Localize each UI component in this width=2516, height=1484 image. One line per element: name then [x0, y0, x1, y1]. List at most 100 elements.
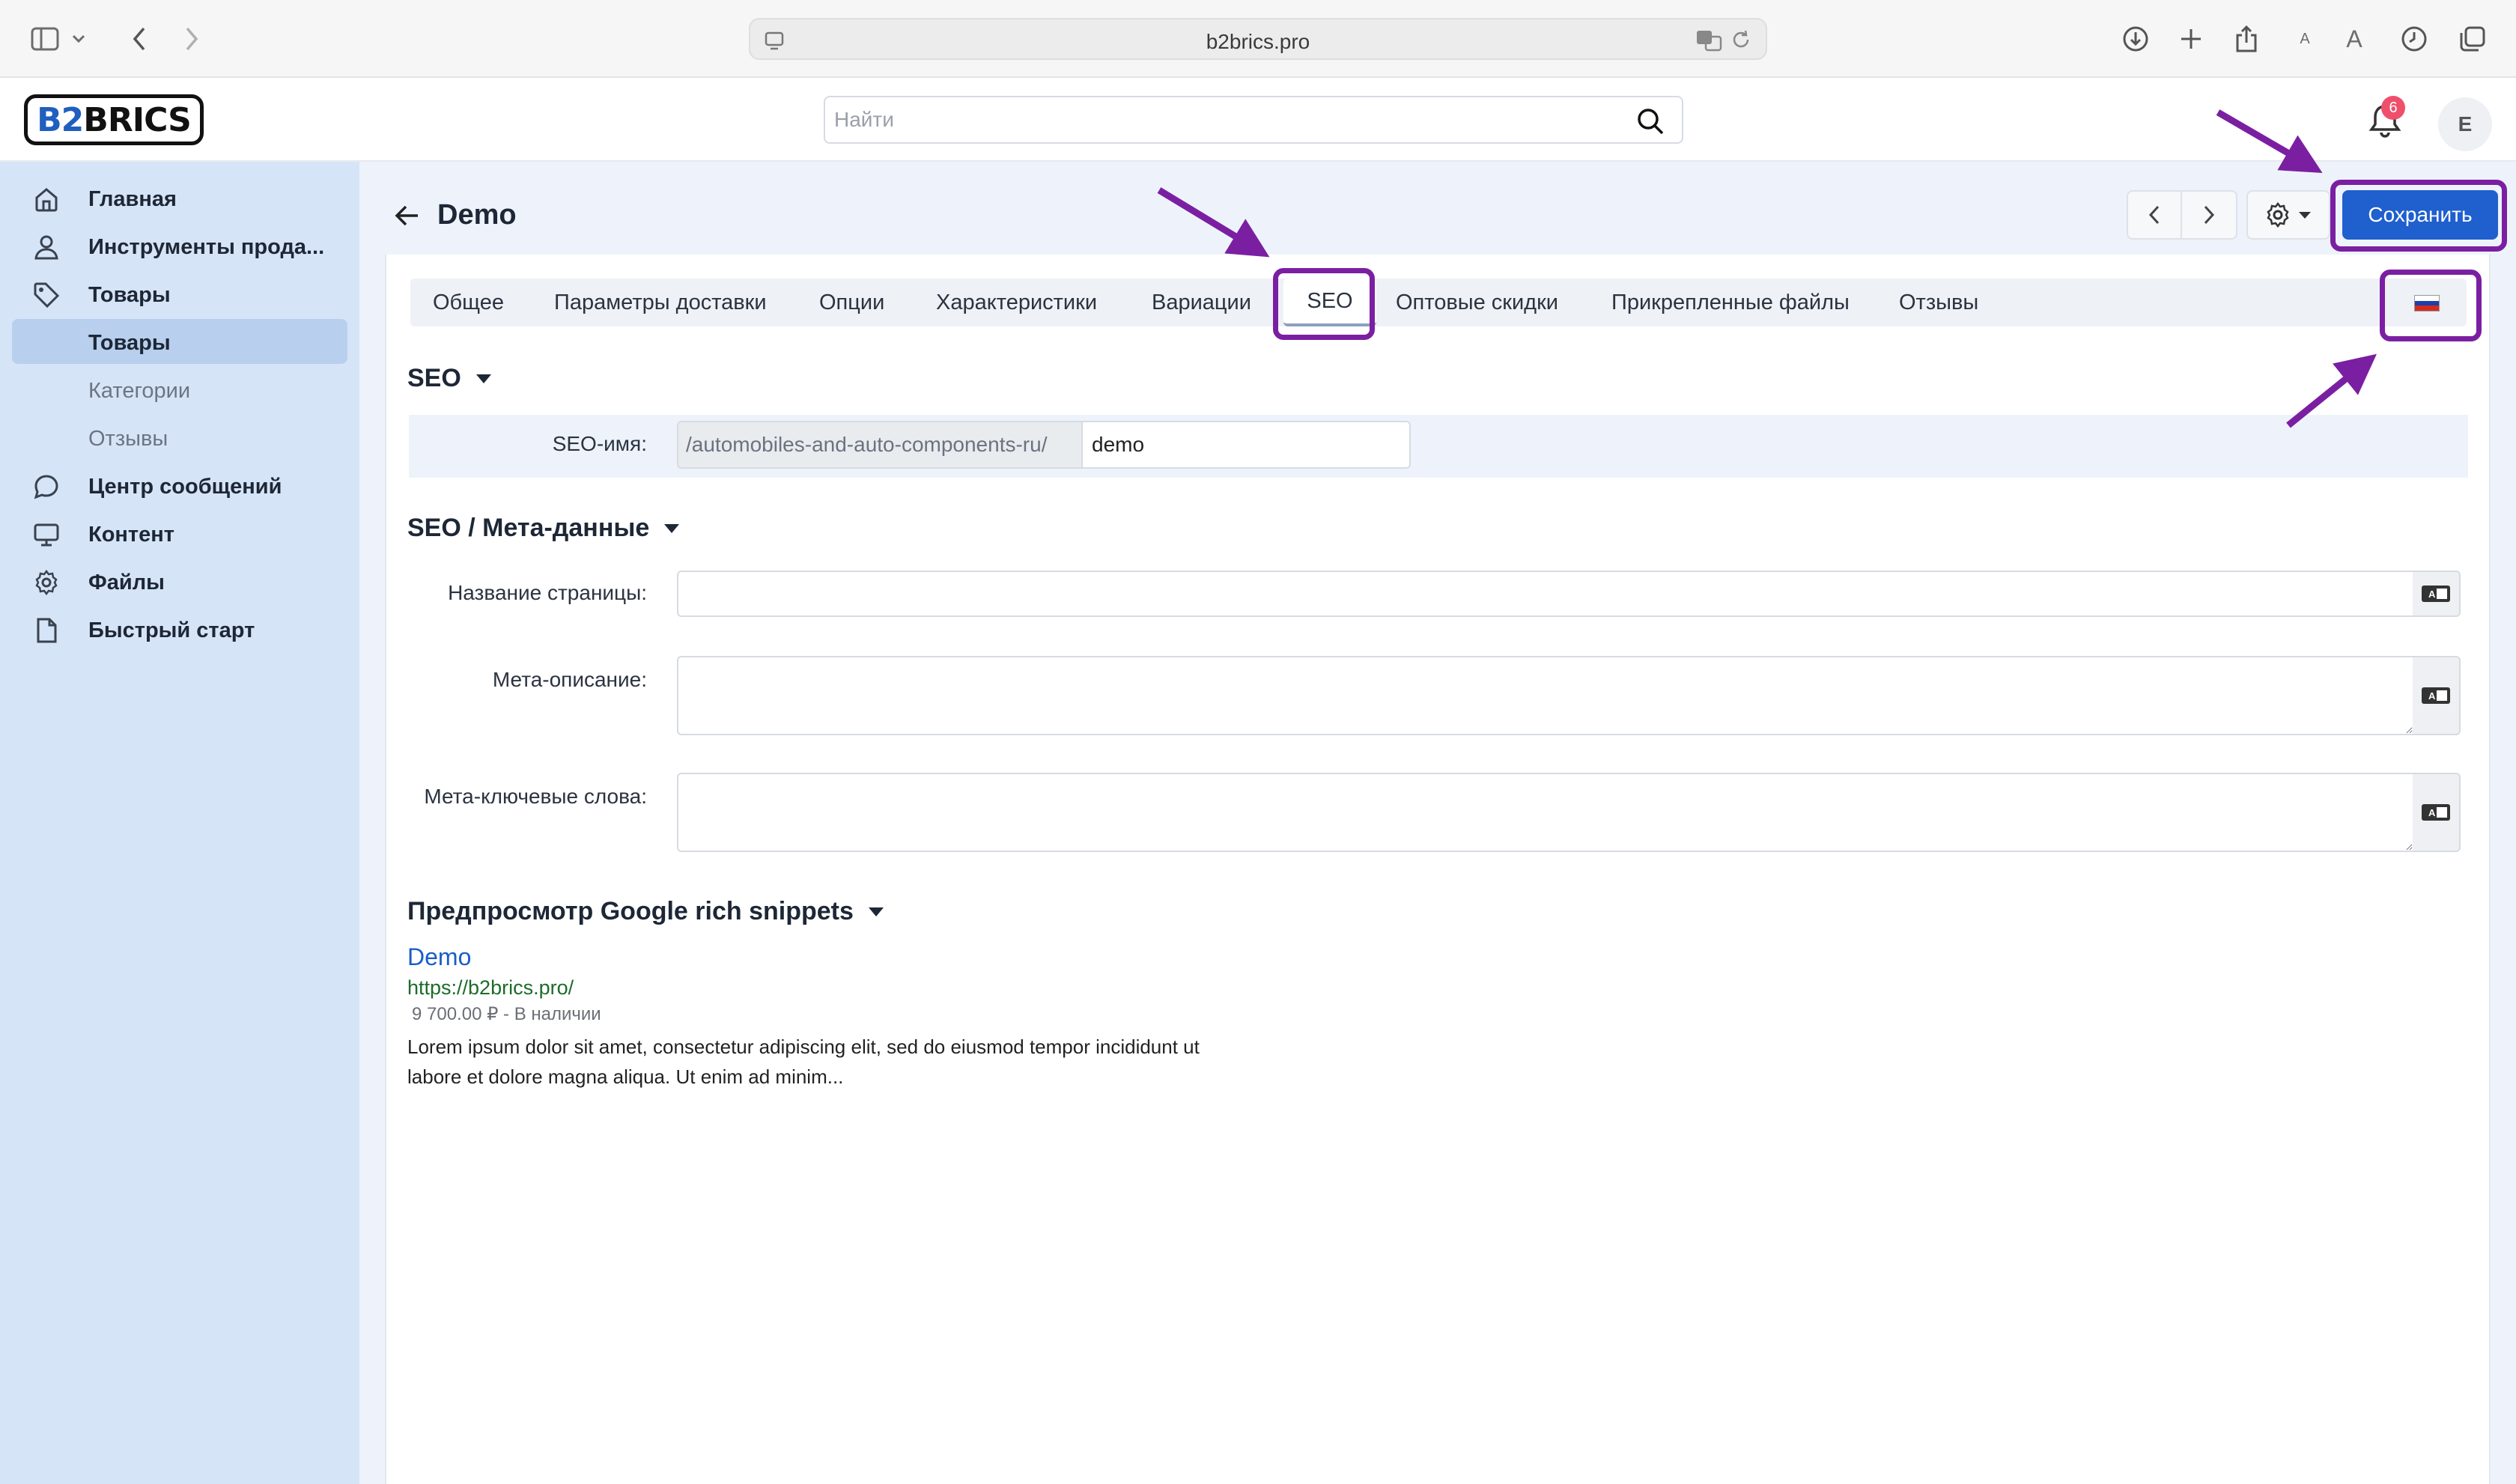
sidebar-toggle-icon[interactable] — [25, 19, 64, 58]
caret-down-icon — [868, 907, 884, 916]
browser-toolbar: b2brics.pro A A — [0, 0, 2516, 78]
text-larger-icon[interactable]: A — [2335, 19, 2374, 58]
translate-icon: A — [2422, 687, 2450, 704]
meta-keywords-textarea[interactable] — [677, 773, 2414, 852]
sidebar-item-label: Категории — [88, 379, 191, 403]
tab-delivery[interactable]: Параметры доставки — [554, 279, 767, 326]
share-icon[interactable] — [2227, 19, 2266, 58]
meta-description-textarea[interactable] — [677, 656, 2414, 735]
history-icon[interactable] — [2395, 19, 2434, 58]
tab-options[interactable]: Опции — [819, 279, 884, 326]
snippet-section-heading[interactable]: Предпросмотр Google rich snippets — [407, 897, 884, 926]
address-bar[interactable]: b2brics.pro — [749, 18, 1767, 60]
gear-icon — [35, 569, 58, 596]
tab-attachments[interactable]: Прикрепленные файлы — [1611, 279, 1850, 326]
sidebar-item-home[interactable]: Главная — [12, 175, 347, 220]
settings-dropdown-button[interactable] — [2246, 190, 2330, 240]
svg-text:A: A — [2428, 807, 2436, 818]
translate-button[interactable]: A — [2413, 571, 2461, 617]
chevron-right-icon — [2204, 205, 2215, 225]
meta-description-label: Мета-описание: — [492, 668, 647, 691]
translate-icon: A — [2422, 586, 2450, 602]
caret-down-icon — [664, 523, 680, 533]
sidebar-item-message-center[interactable]: Центр сообщений — [12, 463, 347, 508]
app-header: B2BRICS 6 E — [0, 78, 2516, 162]
sidebar-item-products-list[interactable]: Товары — [12, 319, 347, 364]
gear-icon — [2267, 201, 2289, 228]
meta-section-heading[interactable]: SEO / Мета-данные — [407, 514, 680, 543]
logo-part-brics: BRICS — [83, 100, 192, 139]
sidebar-item-reviews[interactable]: Отзывы — [12, 415, 347, 460]
sidebar-item-files[interactable]: Файлы — [12, 559, 347, 603]
page-title-label: Название страницы: — [448, 581, 647, 604]
sidebar-item-label: Товары — [88, 331, 171, 355]
download-icon[interactable] — [2116, 19, 2155, 58]
seo-heading-text: SEO — [407, 364, 461, 392]
sidebar-item-label: Товары — [88, 283, 171, 307]
tabs-overview-icon[interactable] — [2453, 19, 2492, 58]
seo-name-label: SEO-имя: — [552, 432, 647, 455]
back-icon[interactable] — [120, 19, 159, 58]
tab-features[interactable]: Характеристики — [936, 279, 1097, 326]
tab-reviews[interactable]: Отзывы — [1899, 279, 1978, 326]
sidebar-item-label: Файлы — [88, 571, 165, 594]
sidebar-item-quick-start[interactable]: Быстрый старт — [12, 606, 347, 651]
seo-name-input[interactable] — [1081, 421, 1411, 469]
page-title: Demo — [437, 199, 517, 231]
svg-text:A: A — [2428, 589, 2436, 600]
chat-icon — [34, 475, 58, 499]
new-tab-icon[interactable] — [2172, 19, 2210, 58]
meta-heading-text: SEO / Мета-данные — [407, 514, 650, 542]
seo-url-prefix: /automobiles-and-auto-components-ru/ — [677, 421, 1081, 469]
tab-bar: Общее Параметры доставки Опции Характери… — [410, 279, 2467, 326]
translate-icon[interactable] — [1695, 28, 1724, 52]
translate-icon: A — [2422, 804, 2450, 821]
monitor-icon — [34, 523, 59, 547]
home-icon — [35, 188, 58, 212]
translate-button[interactable]: A — [2413, 656, 2461, 735]
chevron-down-icon[interactable] — [67, 19, 90, 58]
caret-down-icon — [2299, 212, 2311, 219]
page-title-input[interactable] — [677, 571, 2414, 617]
avatar[interactable]: E — [2438, 97, 2492, 151]
snippet-url: https://b2brics.pro/ — [407, 976, 574, 999]
reload-icon[interactable] — [1730, 28, 1752, 51]
record-navigation — [2127, 190, 2237, 240]
sidebar: Главная Инструменты прода... Товары Това… — [0, 162, 359, 1484]
user-icon — [34, 235, 58, 260]
tab-seo[interactable]: SEO — [1283, 279, 1376, 326]
sidebar-item-label: Быстрый старт — [88, 618, 255, 642]
snippet-price: 9 700.00 ₽ - В наличии — [412, 1004, 601, 1024]
arrow-left-icon[interactable] — [392, 201, 422, 231]
snippet-title: Demo — [407, 943, 472, 970]
chevron-left-icon — [2148, 205, 2160, 225]
notification-badge: 6 — [2381, 96, 2405, 120]
sidebar-item-categories[interactable]: Категории — [12, 367, 347, 412]
svg-text:A: A — [2428, 690, 2436, 702]
b2brics-logo[interactable]: B2 BRICS — [24, 94, 204, 145]
tab-wholesale[interactable]: Оптовые скидки — [1396, 279, 1558, 326]
search-input[interactable] — [834, 105, 1613, 135]
forward-icon[interactable] — [172, 19, 211, 58]
text-smaller-icon[interactable]: A — [2285, 19, 2324, 58]
snippet-description: Lorem ipsum dolor sit amet, consectetur … — [407, 1036, 1200, 1088]
seo-section-heading[interactable]: SEO — [407, 364, 491, 393]
search-box — [824, 96, 1683, 144]
next-button[interactable] — [2182, 192, 2236, 238]
sidebar-item-content[interactable]: Контент — [12, 511, 347, 556]
document-icon — [37, 618, 57, 643]
sidebar-item-sales-tools[interactable]: Инструменты прода... — [12, 223, 347, 268]
sidebar-item-label: Контент — [88, 523, 174, 547]
tag-icon — [34, 282, 60, 308]
sidebar-item-label: Главная — [88, 187, 177, 211]
tab-variations[interactable]: Вариации — [1152, 279, 1251, 326]
previous-button[interactable] — [2128, 192, 2183, 238]
sidebar-item-products[interactable]: Товары — [12, 271, 347, 316]
sidebar-item-label: Инструменты прода... — [88, 235, 325, 259]
save-button[interactable]: Сохранить — [2342, 190, 2498, 240]
tab-general[interactable]: Общее — [433, 279, 504, 326]
translate-button[interactable]: A — [2413, 773, 2461, 852]
russian-flag-icon[interactable] — [2414, 295, 2440, 311]
search-icon[interactable] — [1635, 106, 1665, 136]
snippet-heading-text: Предпросмотр Google rich snippets — [407, 897, 854, 925]
